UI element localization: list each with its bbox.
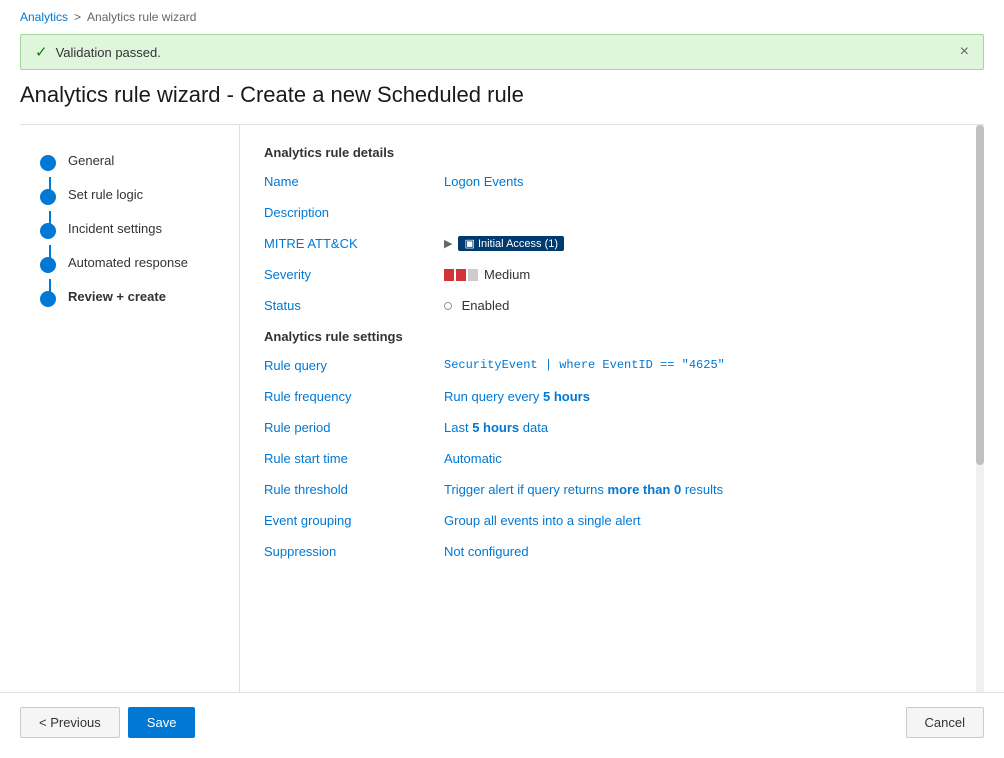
step-dot-set-rule-logic [40,189,56,205]
mitre-badge: ▣ Initial Access (1) [458,236,564,251]
label-event-grouping: Event grouping [264,513,444,528]
step-dot-automated-response [40,257,56,273]
detail-panel-wrapper: Analytics rule details Name Logon Events… [240,125,984,692]
value-severity: Medium [444,267,960,282]
mitre-label: Initial Access [478,238,542,250]
step-automated-response[interactable]: Automated response [20,247,239,281]
section-title-settings: Analytics rule settings [264,329,960,344]
sev-block-3 [468,269,478,281]
sev-block-2 [456,269,466,281]
step-set-rule-logic[interactable]: Set rule logic [20,179,239,213]
previous-button[interactable]: < Previous [20,707,120,738]
freq-prefix: Run query every [444,389,543,404]
scrollbar-track[interactable] [976,125,984,692]
step-dot-review-create [40,291,56,307]
breadcrumb-separator: > [74,10,81,24]
detail-row-suppression: Suppression Not configured [264,544,960,559]
detail-row-rule-start-time: Rule start time Automatic [264,451,960,466]
footer-left-buttons: < Previous Save [20,707,195,738]
detail-row-rule-period: Rule period Last 5 hours data [264,420,960,435]
step-incident-settings[interactable]: Incident settings [20,213,239,247]
detail-row-event-grouping: Event grouping Group all events into a s… [264,513,960,528]
validation-message-area: ✓ Validation passed. [35,43,161,61]
period-suffix: data [519,420,548,435]
value-rule-frequency: Run query every 5 hours [444,389,960,404]
wizard-container: General Set rule logic Incident settings… [0,124,1004,752]
value-rule-threshold: Trigger alert if query returns more than… [444,482,960,497]
step-label-general: General [68,153,114,168]
save-button[interactable]: Save [128,707,196,738]
detail-row-rule-threshold: Rule threshold Trigger alert if query re… [264,482,960,497]
detail-row-name: Name Logon Events [264,174,960,189]
period-prefix: Last [444,420,472,435]
severity-blocks [444,269,478,281]
mitre-icon: ▣ [464,238,474,250]
breadcrumb: Analytics > Analytics rule wizard [0,0,1004,34]
value-rule-period: Last 5 hours data [444,420,960,435]
detail-row-description: Description [264,205,960,220]
wizard-sidebar: General Set rule logic Incident settings… [20,125,240,692]
value-event-grouping: Group all events into a single alert [444,513,960,528]
label-description: Description [264,205,444,220]
scrollbar-thumb[interactable] [976,125,984,465]
label-rule-period: Rule period [264,420,444,435]
validation-message: Validation passed. [56,45,161,60]
label-suppression: Suppression [264,544,444,559]
step-label-automated-response: Automated response [68,255,188,270]
label-rule-frequency: Rule frequency [264,389,444,404]
detail-row-rule-query: Rule query SecurityEvent | where EventID… [264,358,960,373]
status-label: Enabled [462,298,510,313]
cancel-button[interactable]: Cancel [906,707,984,738]
step-dot-general [40,155,56,171]
breadcrumb-parent[interactable]: Analytics [20,10,68,24]
detail-panel: Analytics rule details Name Logon Events… [240,125,984,595]
label-severity: Severity [264,267,444,282]
step-dot-incident-settings [40,223,56,239]
severity-label: Medium [484,267,530,282]
label-mitre: MITRE ATT&CK [264,236,444,251]
thresh-bold: more than 0 [608,482,682,497]
detail-row-severity: Severity Medium [264,267,960,282]
value-suppression: Not configured [444,544,960,559]
section-title-details: Analytics rule details [264,145,960,160]
label-status: Status [264,298,444,313]
freq-bold: 5 hours [543,389,590,404]
thresh-suffix: results [681,482,723,497]
step-general[interactable]: General [20,145,239,179]
label-rule-start-time: Rule start time [264,451,444,466]
step-review-create[interactable]: Review + create [20,281,239,315]
value-name: Logon Events [444,174,960,189]
detail-row-mitre: MITRE ATT&CK ▶ ▣ Initial Access (1) [264,236,960,251]
validation-banner: ✓ Validation passed. × [20,34,984,70]
value-status: Enabled [444,298,960,313]
thresh-prefix: Trigger alert if query returns [444,482,608,497]
value-rule-start-time: Automatic [444,451,960,466]
status-dot [444,302,452,310]
label-name: Name [264,174,444,189]
page-title: Analytics rule wizard - Create a new Sch… [0,70,1004,124]
detail-row-rule-frequency: Rule frequency Run query every 5 hours [264,389,960,404]
label-rule-threshold: Rule threshold [264,482,444,497]
check-icon: ✓ [35,43,48,61]
detail-row-status: Status Enabled [264,298,960,313]
sev-block-1 [444,269,454,281]
period-bold: 5 hours [472,420,519,435]
value-rule-query: SecurityEvent | where EventID == "4625" [444,358,960,372]
step-label-review-create: Review + create [68,289,166,304]
footer-bar: < Previous Save Cancel [0,692,1004,752]
breadcrumb-current: Analytics rule wizard [87,10,196,24]
mitre-expand-icon[interactable]: ▶ [444,237,452,250]
step-label-incident-settings: Incident settings [68,221,162,236]
wizard-body: General Set rule logic Incident settings… [20,124,984,692]
step-label-set-rule-logic: Set rule logic [68,187,143,202]
validation-close-button[interactable]: × [960,44,969,60]
label-rule-query: Rule query [264,358,444,373]
value-mitre: ▶ ▣ Initial Access (1) [444,236,960,251]
mitre-count: (1) [545,238,558,250]
